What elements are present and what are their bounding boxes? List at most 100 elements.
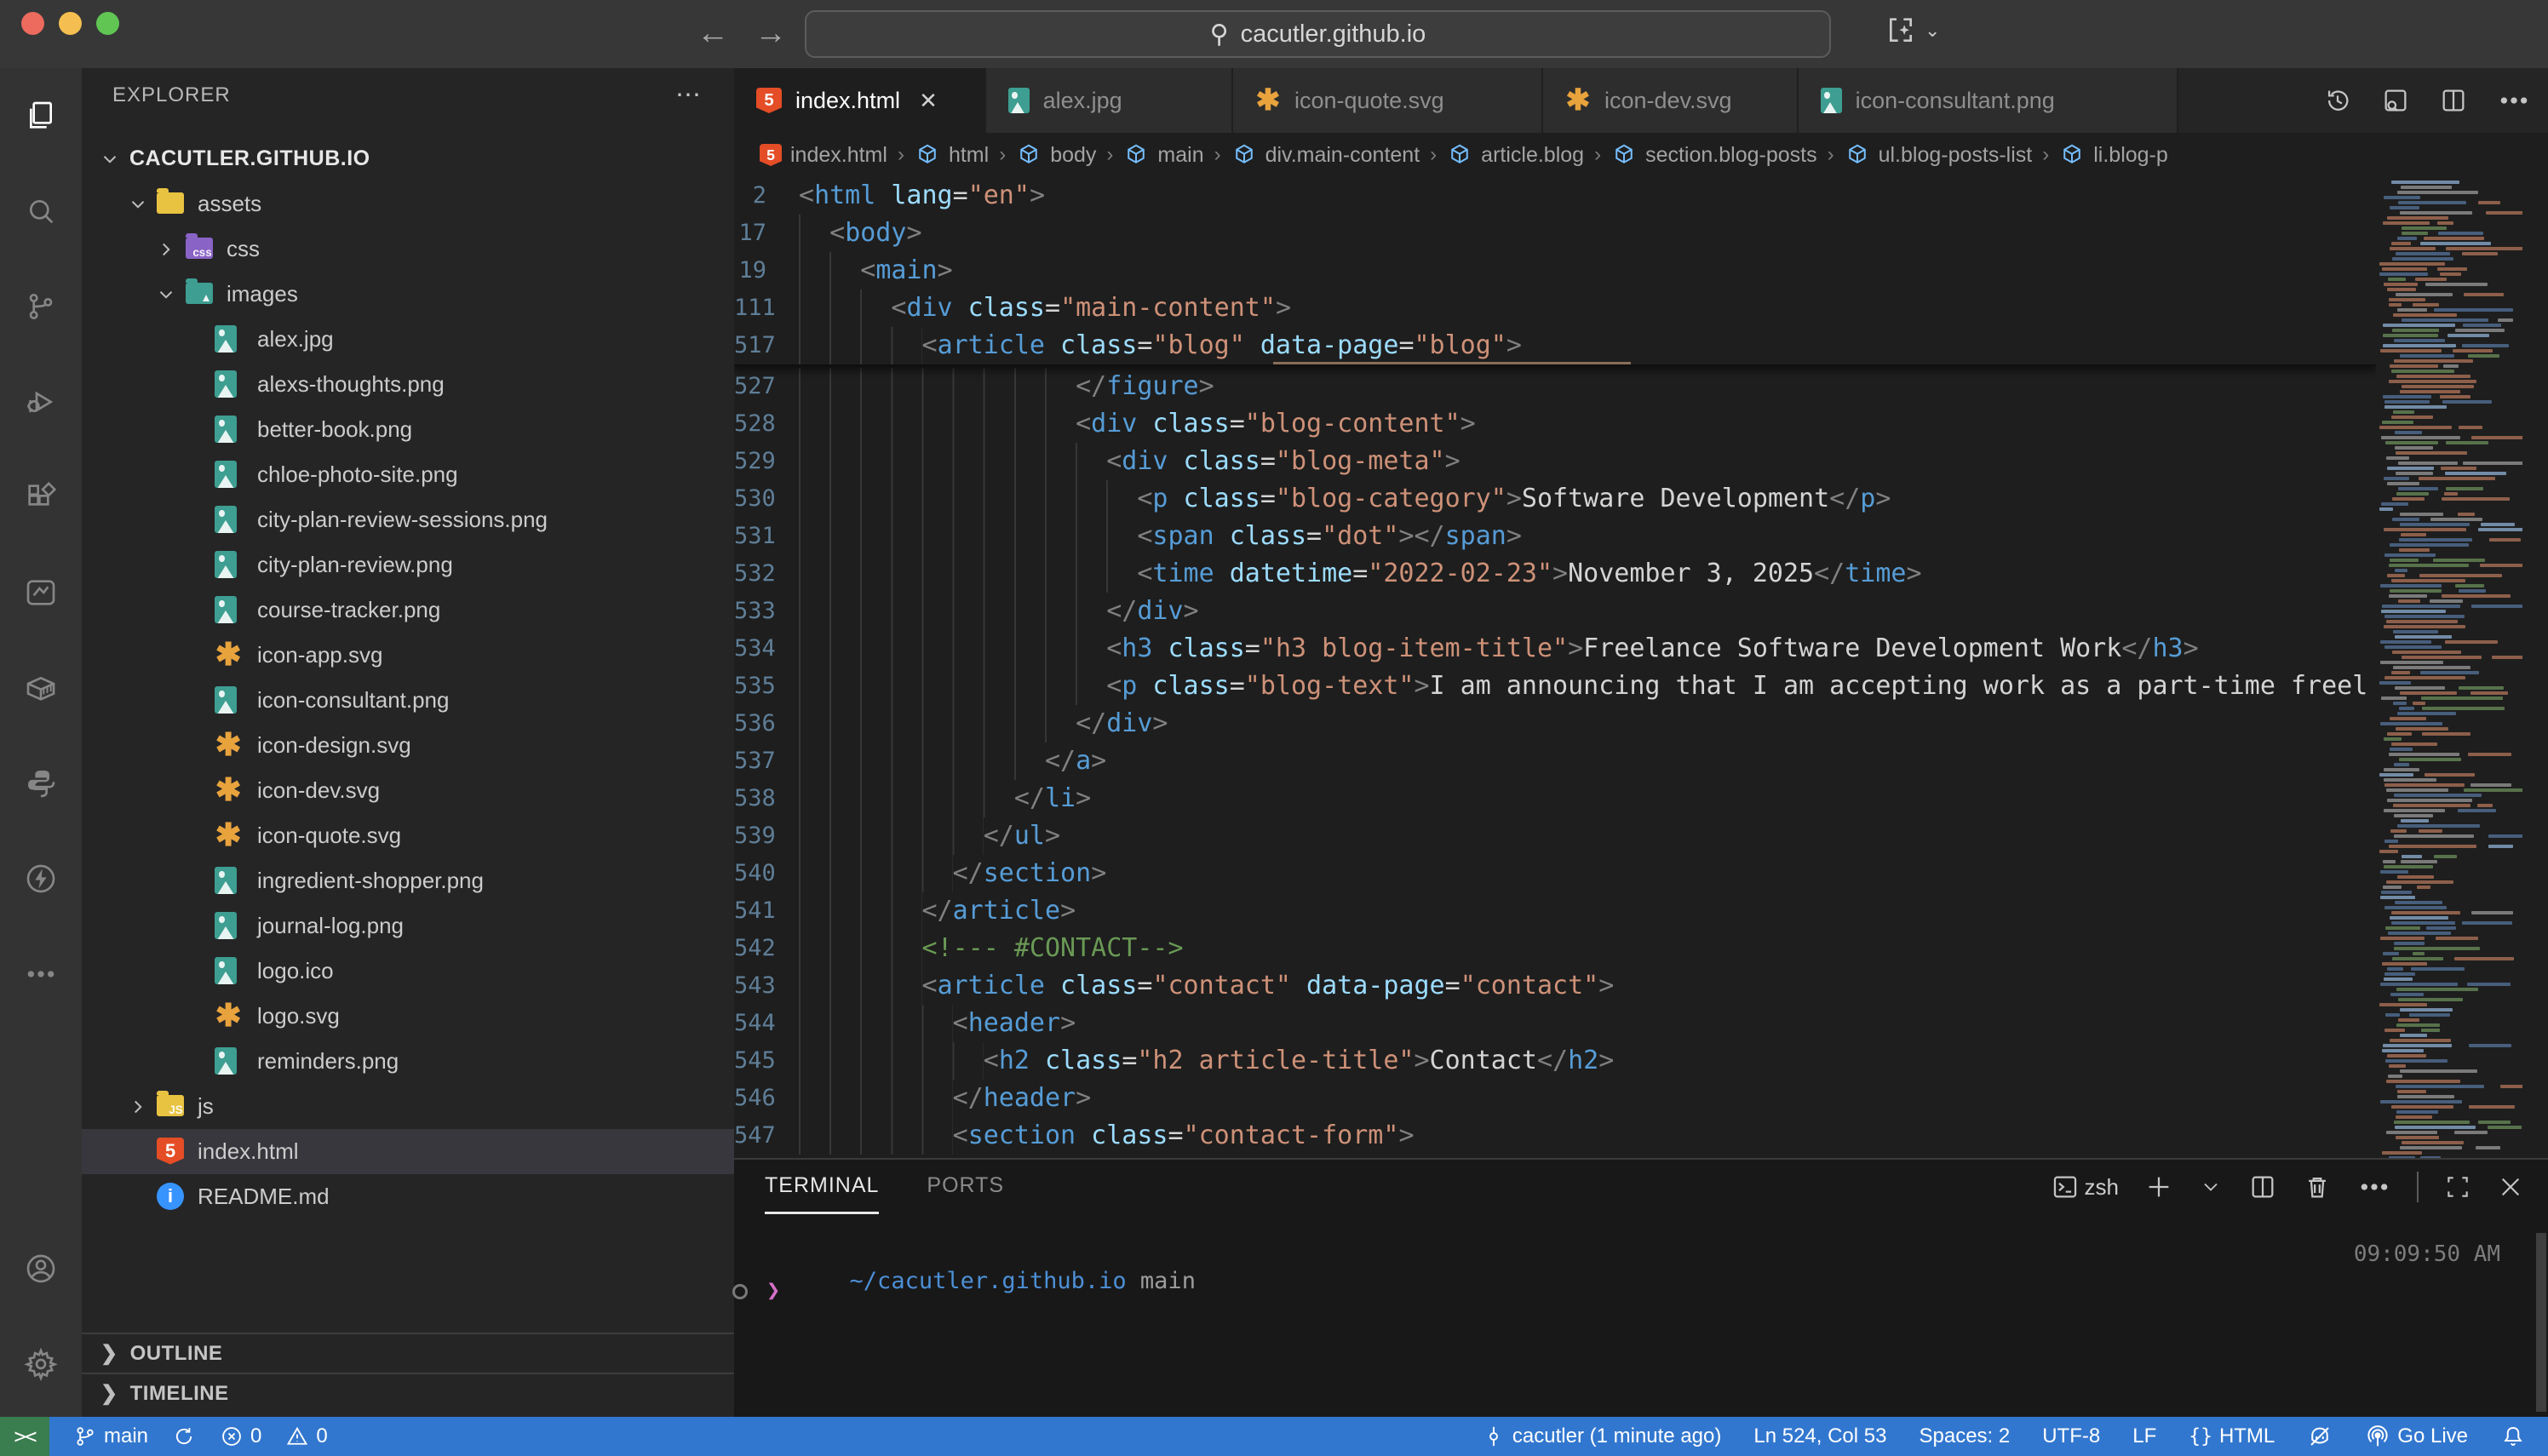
code-line-547: 547 <section class="contact-form"> xyxy=(734,1117,2376,1155)
tree-item-images[interactable]: ▲images xyxy=(82,272,734,317)
status-language-mode[interactable]: {​}HTML xyxy=(2189,1424,2275,1448)
tree-item-icon-design-svg[interactable]: ✱icon-design.svg xyxy=(82,723,734,768)
minimap[interactable] xyxy=(2376,177,2522,1226)
tree-item-journal-log-png[interactable]: journal-log.png xyxy=(82,903,734,949)
tree-item-reminders-png[interactable]: reminders.png xyxy=(82,1039,734,1084)
tree-item-css[interactable]: csscss xyxy=(82,226,734,272)
command-center-search[interactable]: ⚲ cacutler.github.io xyxy=(805,10,1831,58)
kill-terminal-button[interactable] xyxy=(2303,1172,2332,1201)
activity-item-more-views[interactable] xyxy=(0,926,82,1022)
tab-index-html[interactable]: 5 index.html✕ xyxy=(734,68,986,133)
breadcrumb-item-body[interactable]: body xyxy=(1016,142,1096,168)
status-warnings[interactable]: 0 xyxy=(285,1424,327,1448)
activity-item-containers[interactable] xyxy=(0,640,82,736)
tree-item-readme-md[interactable]: iREADME.md xyxy=(82,1174,734,1219)
outline-section-header[interactable]: ❯ OUTLINE xyxy=(82,1333,734,1373)
customize-layout-button[interactable]: ⌄ xyxy=(1884,14,1940,48)
tree-item-better-book-png[interactable]: better-book.png xyxy=(82,407,734,452)
code-editor[interactable]: 527 </figure>528 <div class="blog-conten… xyxy=(734,177,2548,1226)
tree-item-icon-dev-svg[interactable]: ✱icon-dev.svg xyxy=(82,768,734,813)
tree-item-city-plan-review-png[interactable]: city-plan-review.png xyxy=(82,542,734,588)
remote-indicator[interactable]: >< xyxy=(0,1417,49,1456)
more-actions-button[interactable] xyxy=(2497,83,2531,118)
open-preview-button[interactable] xyxy=(2381,86,2410,115)
tab-icon-dev-svg[interactable]: ✱ icon-dev.svg xyxy=(1543,68,1799,133)
navigate-forward-icon[interactable]: → xyxy=(755,15,787,52)
split-editor-button[interactable] xyxy=(2439,86,2468,115)
split-terminal-button[interactable] xyxy=(2248,1172,2277,1201)
tree-item-city-plan-review-sessions-png[interactable]: city-plan-review-sessions.png xyxy=(82,497,734,542)
status-sync[interactable] xyxy=(172,1424,196,1448)
tab-terminal[interactable]: TERMINAL xyxy=(765,1160,879,1214)
close-icon[interactable]: ✕ xyxy=(919,88,938,114)
status-go-live[interactable]: Go Live xyxy=(2365,1424,2468,1449)
breadcrumb-item-div-main-content[interactable]: div.main-content xyxy=(1231,142,1420,168)
terminal-scrollbar[interactable] xyxy=(2536,1233,2546,1412)
launch-profile-dropdown-button[interactable] xyxy=(2199,1175,2223,1199)
traffic-close-button[interactable] xyxy=(21,12,44,35)
tree-item-logo-svg[interactable]: ✱logo.svg xyxy=(82,994,734,1039)
tab-icon-quote-svg[interactable]: ✱ icon-quote.svg xyxy=(1233,68,1543,133)
tree-item-logo-ico[interactable]: logo.ico xyxy=(82,949,734,994)
navigate-back-icon[interactable]: ← xyxy=(697,15,729,52)
terminal-more-button[interactable] xyxy=(2357,1170,2391,1204)
close-panel-button[interactable] xyxy=(2497,1173,2524,1201)
tab-ports[interactable]: PORTS xyxy=(927,1160,1004,1214)
status-git-blame[interactable]: cacutler (1 minute ago) xyxy=(1482,1424,1721,1448)
local-history-button[interactable] xyxy=(2323,86,2352,115)
thunder-icon xyxy=(24,862,58,896)
breadcrumb-item-html[interactable]: html xyxy=(915,142,989,168)
tree-item-alex-jpg[interactable]: alex.jpg xyxy=(82,317,734,362)
status-encoding[interactable]: UTF-8 xyxy=(2042,1424,2100,1448)
traffic-minimize-button[interactable] xyxy=(59,12,82,35)
maximize-panel-button[interactable] xyxy=(2444,1173,2471,1201)
chevron-down-icon: ⌄ xyxy=(1925,20,1940,42)
status-errors[interactable]: 0 xyxy=(220,1424,261,1448)
activity-item-settings[interactable] xyxy=(0,1316,82,1412)
status-copilot-disabled[interactable] xyxy=(2307,1424,2333,1449)
timeline-section-header[interactable]: ❯ TIMELINE xyxy=(82,1373,734,1413)
indent-guides xyxy=(799,855,953,892)
new-terminal-button[interactable] xyxy=(2144,1172,2173,1201)
activity-item-run-debug[interactable] xyxy=(0,354,82,450)
status-cursor-position[interactable]: Ln 524, Col 53 xyxy=(1753,1424,1886,1448)
activity-item-live-preview[interactable] xyxy=(0,545,82,640)
tree-item-index-html[interactable]: 5index.html xyxy=(82,1129,734,1174)
tree-item-assets[interactable]: assets xyxy=(82,181,734,226)
command-decoration-icon[interactable] xyxy=(732,1284,748,1299)
activity-item-python[interactable] xyxy=(0,736,82,831)
status-indentation[interactable]: Spaces: 2 xyxy=(1919,1424,2010,1448)
breadcrumb-item-main[interactable]: main xyxy=(1123,142,1203,168)
breadcrumb-item-li-blog-p[interactable]: li.blog-p xyxy=(2059,142,2168,168)
tree-item-alexs-thoughts-png[interactable]: alexs-thoughts.png xyxy=(82,362,734,407)
tree-item-course-tracker-png[interactable]: course-tracker.png xyxy=(82,588,734,633)
activity-item-thunder-client[interactable] xyxy=(0,831,82,926)
status-eol[interactable]: LF xyxy=(2132,1424,2156,1448)
tree-item-icon-consultant-png[interactable]: icon-consultant.png xyxy=(82,678,734,723)
breadcrumb-item-index-html[interactable]: 5index.html xyxy=(760,143,887,168)
activity-item-explorer[interactable] xyxy=(0,68,82,163)
breadcrumb-item-ul-blog-posts-list[interactable]: ul.blog-posts-list xyxy=(1845,142,2033,168)
tree-item-js[interactable]: JSjs xyxy=(82,1084,734,1129)
tree-item-cacutler-github-io[interactable]: CACUTLER.GITHUB.IO xyxy=(82,136,734,181)
status-branch[interactable]: main xyxy=(73,1424,148,1448)
branch-icon xyxy=(73,1424,97,1448)
tree-item-icon-quote-svg[interactable]: ✱icon-quote.svg xyxy=(82,813,734,858)
tree-item-ingredient-shopper-png[interactable]: ingredient-shopper.png xyxy=(82,858,734,903)
tab-icon-consultant-png[interactable]: icon-consultant.png xyxy=(1799,68,2178,133)
launch-profile-button[interactable]: zsh xyxy=(2051,1172,2119,1201)
tab-alex-jpg[interactable]: alex.jpg xyxy=(986,68,1233,133)
terminal-prompt-char[interactable]: ❯ xyxy=(766,1277,780,1304)
activity-item-search[interactable] xyxy=(0,163,82,259)
breadcrumb-item-article-blog[interactable]: article.blog xyxy=(1447,142,1584,168)
breadcrumb-item-section-blog-posts[interactable]: section.blog-posts xyxy=(1611,142,1817,168)
tree-item-icon-app-svg[interactable]: ✱icon-app.svg xyxy=(82,633,734,678)
status-notifications[interactable] xyxy=(2500,1424,2526,1449)
activity-item-accounts[interactable] xyxy=(0,1221,82,1316)
breadcrumb[interactable]: 5index.html›html›body›main›div.main-cont… xyxy=(734,133,2548,177)
tree-item-chloe-photo-site-png[interactable]: chloe-photo-site.png xyxy=(82,452,734,497)
activity-item-source-control[interactable] xyxy=(0,259,82,354)
activity-item-extensions[interactable] xyxy=(0,450,82,545)
explorer-more-actions-button[interactable]: ⋯ xyxy=(675,80,703,110)
traffic-maximize-button[interactable] xyxy=(96,12,119,35)
